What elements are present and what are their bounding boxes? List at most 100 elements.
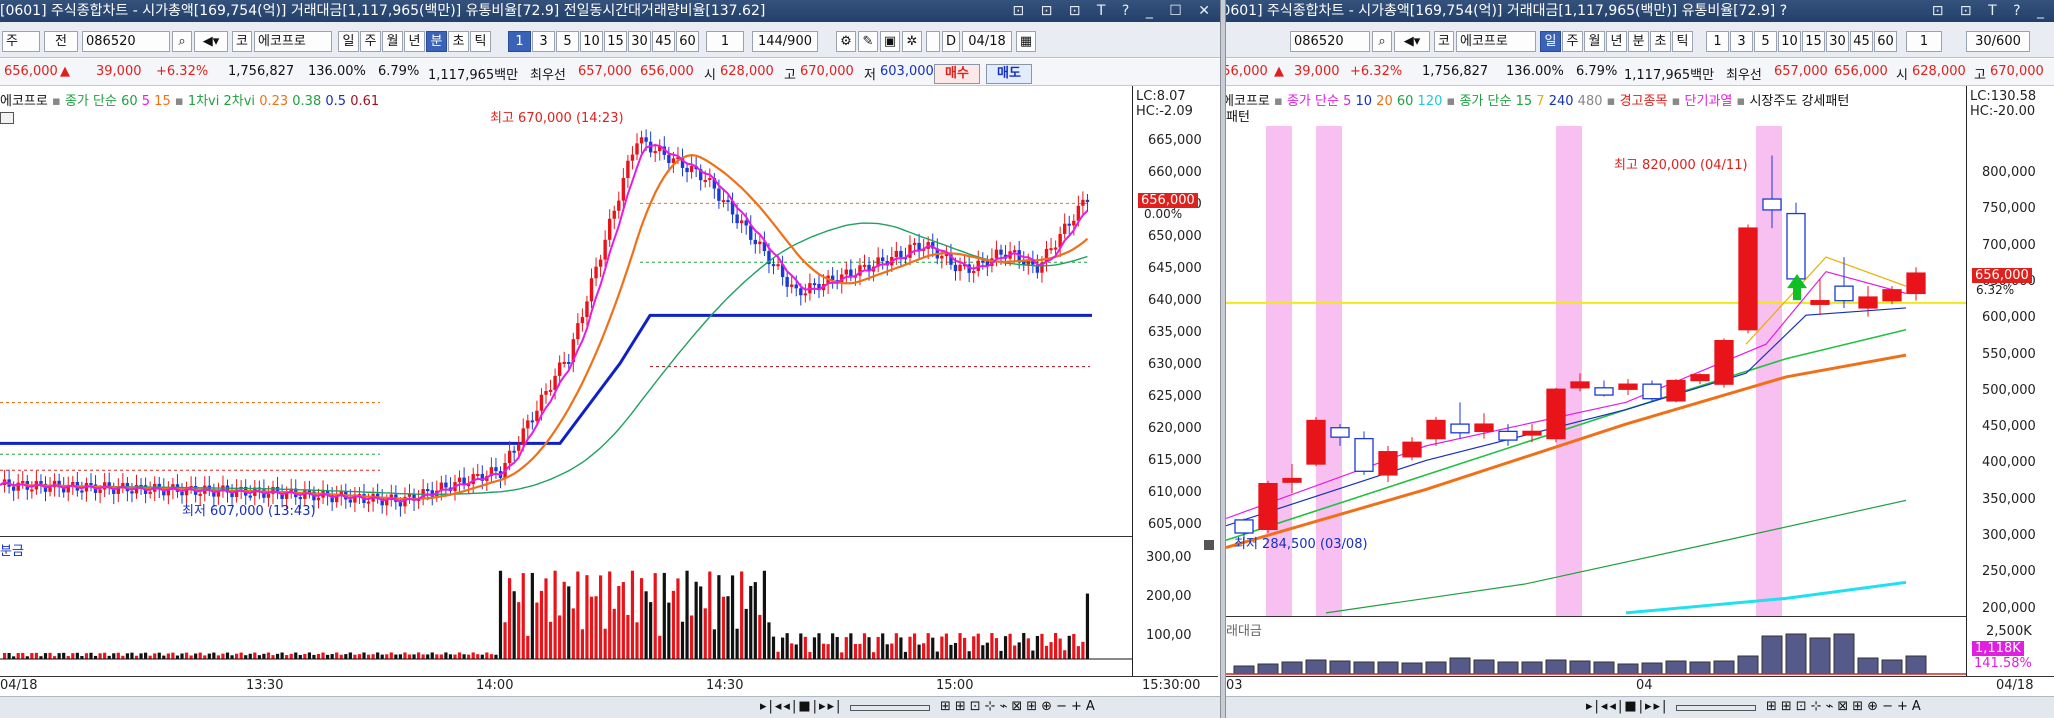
volume-bar	[894, 633, 898, 659]
stock-code-input[interactable]: 086520	[82, 31, 170, 52]
period-0[interactable]: 일	[338, 31, 359, 52]
interval-10[interactable]: 10	[580, 31, 603, 52]
right-stock-code-input[interactable]: 086520	[1290, 31, 1370, 52]
right-vol-value: 1,118K	[1972, 641, 2024, 656]
right-change-rate: +6.32%	[1350, 64, 1403, 79]
period-3[interactable]: 년	[404, 31, 425, 52]
right-interval-1[interactable]: 1	[1706, 31, 1729, 52]
right-interval-60[interactable]: 60	[1874, 31, 1897, 52]
chart-type-select[interactable]: 주	[2, 31, 40, 52]
interval-45[interactable]: 45	[652, 31, 675, 52]
right-count-select[interactable]: 1	[1906, 31, 1942, 52]
volume-bar	[794, 644, 798, 659]
volume-bar	[235, 653, 239, 659]
left-price-tick: 625,000	[1148, 389, 1202, 404]
count-select[interactable]: 1	[706, 31, 744, 52]
interval-3[interactable]: 3	[532, 31, 555, 52]
interval-15[interactable]: 15	[604, 31, 627, 52]
settings-icon[interactable]: ✲	[902, 31, 922, 52]
volume-panel-close-icon[interactable]	[1204, 540, 1214, 550]
sell-button[interactable]: 매도	[986, 64, 1032, 84]
search-icon[interactable]: ⌕	[172, 31, 192, 52]
right-period-3[interactable]: 년	[1606, 31, 1627, 52]
right-interval-45[interactable]: 45	[1850, 31, 1873, 52]
zoom-slider[interactable]	[850, 705, 930, 711]
right-period-4[interactable]: 분	[1628, 31, 1649, 52]
date-checkbox[interactable]	[926, 31, 940, 52]
volume-bar	[639, 578, 644, 659]
volume-bar	[867, 637, 871, 659]
period-6[interactable]: 틱	[470, 31, 491, 52]
prev-button[interactable]: 전	[44, 31, 78, 52]
calendar-icon[interactable]: ▦	[1016, 31, 1036, 52]
right-speaker-icon[interactable]: ◀▾	[1394, 31, 1430, 52]
right-interval-5[interactable]: 5	[1754, 31, 1777, 52]
scroll-controls[interactable]: ▸|◂◂|■|▸▸|	[760, 697, 842, 717]
volume-bar	[831, 633, 835, 659]
candle-body	[30, 489, 34, 492]
right-count-display[interactable]: 30/600	[1966, 31, 2030, 52]
volume-bar	[335, 652, 339, 659]
stock-name-field[interactable]: 에코프로	[254, 31, 332, 52]
save-icon[interactable]: ▣	[880, 31, 900, 52]
chart-tool-icons[interactable]: ⊞⊞⊡⊹⌁⊠⊞⊕−+A	[940, 697, 1099, 717]
buy-button[interactable]: 매수	[934, 64, 980, 84]
volume-bar	[212, 652, 216, 659]
tool-icon[interactable]: ⚙	[836, 31, 856, 52]
candle-body	[457, 477, 462, 483]
left-window-controls[interactable]: ⊡ ⊡ ⊡ T ? _ ☐ ✕	[1012, 0, 1216, 22]
period-5[interactable]: 초	[448, 31, 469, 52]
right-window-controls[interactable]: ⊡ ⊡ T ? _	[1932, 0, 2050, 22]
volume-bar	[799, 633, 803, 659]
candle-body	[1546, 388, 1566, 440]
volume-bar	[112, 653, 116, 659]
right-period-6[interactable]: 틱	[1672, 31, 1693, 52]
volume-bar	[1017, 642, 1021, 659]
candle-body	[1618, 383, 1638, 390]
volume-bar	[749, 585, 753, 659]
volume-bar	[180, 653, 184, 659]
right-interval-10[interactable]: 10	[1778, 31, 1801, 52]
count-display[interactable]: 144/900	[752, 31, 818, 52]
period-2[interactable]: 월	[382, 31, 403, 52]
interval-1[interactable]: 1	[508, 31, 531, 52]
volume-bar	[949, 644, 953, 659]
right-interval-30[interactable]: 30	[1826, 31, 1849, 52]
period-1[interactable]: 주	[360, 31, 381, 52]
candle-body	[535, 410, 539, 421]
volume-bar	[917, 644, 921, 659]
kor-market-toggle[interactable]: 코	[232, 31, 252, 52]
right-chart-tool-icons[interactable]: ⊞⊞⊡⊹⌁⊠⊞⊕−+A	[1766, 697, 1925, 717]
right-zoom-slider[interactable]	[1676, 705, 1756, 711]
right-period-5[interactable]: 초	[1650, 31, 1671, 52]
interval-5[interactable]: 5	[556, 31, 579, 52]
candle-body	[494, 467, 498, 472]
right-bottom-toolbar: ▸|◂◂|■|▸▸| ⊞⊞⊡⊹⌁⊠⊞⊕−+A	[1226, 696, 2054, 718]
interval-30[interactable]: 30	[628, 31, 651, 52]
period-4[interactable]: 분	[426, 31, 447, 52]
low-label: 저	[864, 68, 876, 83]
right-period-0[interactable]: 일	[1540, 31, 1561, 52]
right-period-2[interactable]: 월	[1584, 31, 1605, 52]
right-interval-15[interactable]: 15	[1802, 31, 1825, 52]
date-input[interactable]: 04/18	[962, 31, 1012, 52]
right-scroll-controls[interactable]: ▸|◂◂|■|▸▸|	[1586, 697, 1668, 717]
volume-bar	[671, 590, 675, 659]
interval-60[interactable]: 60	[676, 31, 699, 52]
volume-bar	[958, 633, 962, 659]
volume-bar	[940, 636, 944, 659]
right-interval-3[interactable]: 3	[1730, 31, 1753, 52]
left-time-tick: 14:30	[706, 678, 744, 693]
right-search-icon[interactable]: ⌕	[1372, 31, 1392, 52]
right-period-1[interactable]: 주	[1562, 31, 1583, 52]
volume-bar	[790, 643, 794, 659]
right-kor-toggle[interactable]: 코	[1434, 31, 1454, 52]
candle-body	[1402, 441, 1422, 458]
speaker-icon[interactable]: ◀▾	[194, 31, 228, 52]
volume-bar	[617, 586, 621, 659]
drawing-icon[interactable]: ✎	[858, 31, 878, 52]
candle-body	[1081, 199, 1085, 206]
right-stock-name[interactable]: 에코프로	[1456, 31, 1536, 52]
candle-body	[444, 482, 448, 488]
volume-bar	[21, 652, 25, 659]
